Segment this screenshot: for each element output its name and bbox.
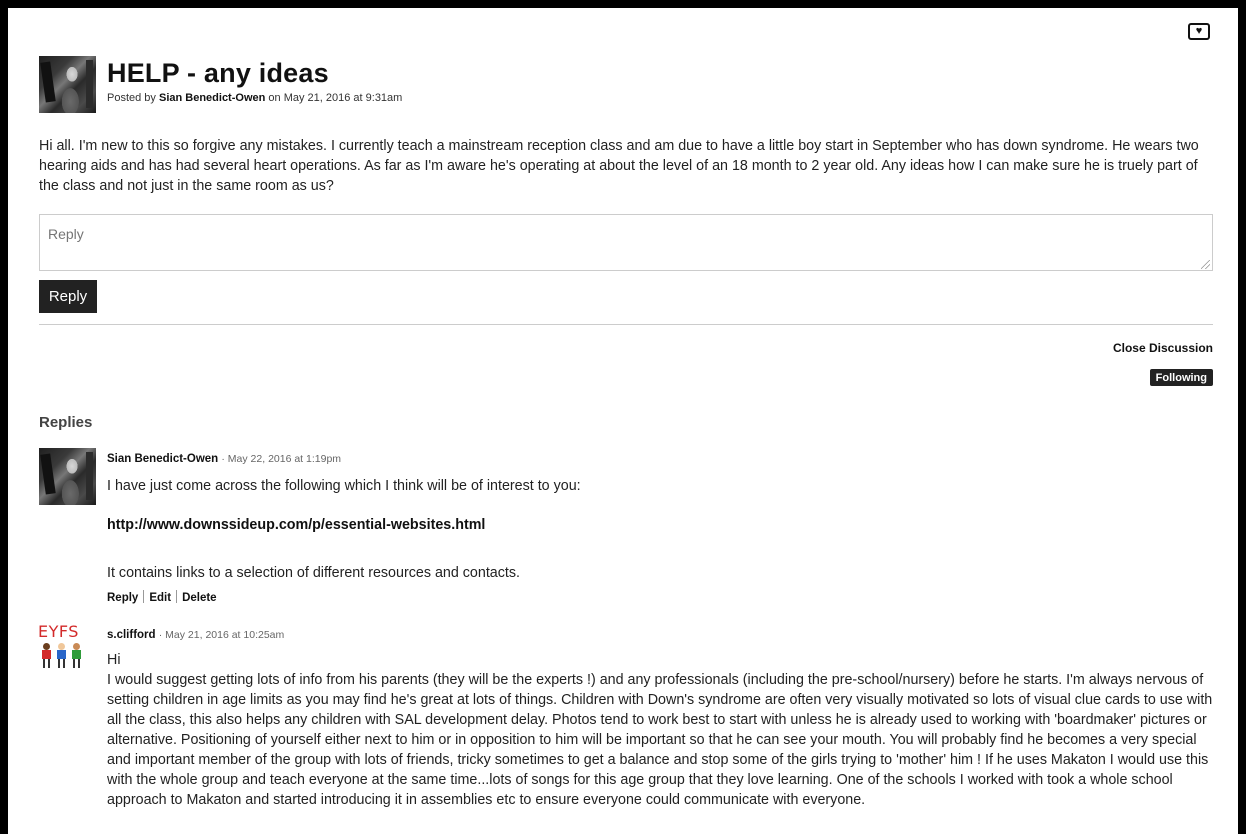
reply-text: I have just come across the following wh… (107, 478, 581, 494)
child-figure-icon (40, 643, 52, 669)
reply-author-link[interactable]: Sian Benedict-Owen (107, 453, 218, 465)
reply-text: It contains links to a selection of diff… (107, 565, 520, 581)
reply-input[interactable] (39, 214, 1213, 271)
posted-by-label: Posted by (107, 92, 156, 104)
replies-heading: Replies (39, 414, 93, 431)
close-discussion-link[interactable]: Close Discussion (1113, 341, 1213, 355)
reply-date: · May 22, 2016 at 1:19pm (221, 453, 342, 465)
reply-header: Sian Benedict-Owen · May 22, 2016 at 1:1… (107, 453, 341, 465)
reply-action-reply[interactable]: Reply (107, 592, 138, 604)
reply-submit-button[interactable]: Reply (39, 280, 97, 313)
reply-header: s.clifford · May 21, 2016 at 10:25am (107, 629, 284, 641)
post-title: HELP - any ideas (107, 58, 329, 88)
reply-url-link[interactable]: http://www.downssideup.com/p/essential-w… (107, 517, 485, 533)
following-button[interactable]: Following (1149, 369, 1213, 386)
reply-actions: Reply Edit Delete (107, 590, 217, 604)
post-author-link[interactable]: Sian Benedict-Owen (159, 92, 265, 104)
discussion-page: ♥ HELP - any ideas Posted by Sian Benedi… (8, 8, 1238, 834)
divider (39, 324, 1213, 325)
reply-text: I would suggest getting lots of info fro… (107, 672, 1213, 808)
separator (143, 590, 145, 603)
eyfs-avatar[interactable]: EYFS (38, 622, 84, 670)
post-meta: Posted by Sian Benedict-Owen on May 21, … (107, 92, 402, 104)
resize-handle-icon[interactable] (1201, 260, 1210, 269)
reply-date: · May 21, 2016 at 10:25am (158, 629, 285, 641)
child-figure-icon (55, 643, 67, 669)
child-figure-icon (70, 643, 82, 669)
reply-author-link[interactable]: s.clifford (107, 629, 156, 641)
author-avatar[interactable] (39, 56, 96, 113)
reply-action-edit[interactable]: Edit (149, 592, 171, 604)
reply-author-avatar[interactable] (39, 448, 96, 505)
heart-icon[interactable]: ♥ (1188, 23, 1210, 40)
post-date: on May 21, 2016 at 9:31am (268, 92, 403, 104)
reply-greeting: Hi (107, 652, 121, 668)
reply-action-delete[interactable]: Delete (182, 592, 217, 604)
separator (176, 590, 178, 603)
post-body: Hi all. I'm new to this so forgive any m… (39, 138, 1199, 194)
eyfs-logo-text: EYFS (38, 622, 79, 641)
